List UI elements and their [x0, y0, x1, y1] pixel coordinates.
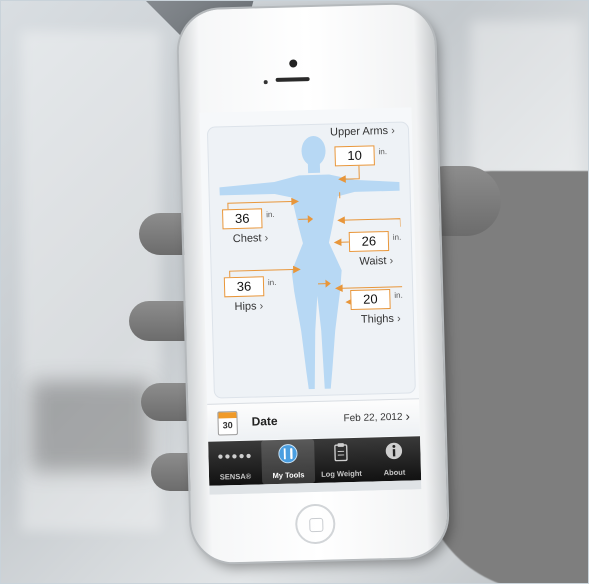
tab-label: My Tools — [272, 470, 305, 481]
sensor-icon — [263, 80, 268, 85]
clipboard-icon — [334, 443, 348, 462]
upper-arms-label-text: Upper Arms — [329, 124, 389, 139]
thighs-label[interactable]: Thighs › — [361, 313, 401, 326]
fork-knife-icon — [278, 444, 298, 464]
chest-label-text: Chest — [232, 232, 262, 246]
hips-label[interactable]: Hips › — [234, 300, 263, 313]
dots-icon: ●●●●● — [217, 450, 253, 463]
waist-unit: in. — [392, 232, 402, 242]
chevron-right-icon: › — [405, 408, 411, 424]
smartphone: Upper Arms › 10 in. 36 in. Chest › 26 in. … — [177, 3, 449, 564]
tab-bar: ●●●●● SENSA® My Tools Log Weight About — [208, 436, 422, 486]
tab-about[interactable]: About — [367, 436, 421, 481]
chest-value-field[interactable]: 36 — [222, 208, 263, 230]
waist-label-text: Waist — [359, 255, 387, 268]
earpiece-speaker — [275, 77, 310, 82]
chest-unit: in. — [266, 209, 275, 220]
tab-label: SENSA® — [219, 471, 252, 482]
date-label: Date — [251, 413, 278, 429]
app-screen: Upper Arms › 10 in. 36 in. Chest › 26 in. … — [199, 107, 422, 495]
chest-label[interactable]: Chest › — [233, 232, 269, 245]
photo-frame: Upper Arms › 10 in. 36 in. Chest › 26 in. … — [0, 0, 589, 584]
body-measurement-card: Upper Arms › 10 in. 36 in. Chest › 26 in. … — [206, 121, 416, 399]
front-camera-icon — [289, 59, 298, 68]
home-button[interactable] — [294, 503, 336, 545]
info-icon — [385, 442, 403, 460]
tab-my-tools[interactable]: My Tools — [261, 439, 316, 485]
waist-value-field[interactable]: 26 — [348, 231, 390, 253]
upper-arms-label[interactable]: Upper Arms › — [330, 125, 395, 139]
calendar-day: 30 — [222, 420, 233, 431]
chevron-right-icon: › — [264, 232, 269, 245]
date-value: Feb 22, 2012 — [343, 411, 403, 425]
thighs-unit: in. — [394, 290, 403, 300]
calendar-icon: 30 — [217, 411, 238, 436]
tab-label: About — [383, 467, 406, 478]
upper-arms-unit: in. — [378, 147, 388, 157]
date-row[interactable]: 30 Date Feb 22, 2012 › — [207, 398, 421, 441]
tab-sensa[interactable]: ●●●●● SENSA® — [208, 440, 262, 485]
chevron-right-icon: › — [396, 312, 401, 325]
upper-arms-value-field[interactable]: 10 — [334, 145, 375, 167]
tab-log-weight[interactable]: Log Weight — [314, 438, 368, 483]
chevron-right-icon: › — [389, 254, 394, 267]
chevron-right-icon: › — [259, 300, 264, 313]
thighs-label-text: Thighs — [360, 312, 395, 326]
chevron-right-icon: › — [390, 124, 395, 137]
hips-unit: in. — [267, 277, 277, 288]
tab-label: Log Weight — [321, 468, 362, 479]
thighs-value-field[interactable]: 20 — [350, 288, 391, 311]
hips-label-text: Hips — [234, 300, 257, 314]
waist-label[interactable]: Waist › — [359, 255, 393, 268]
background-shadow — [31, 381, 151, 471]
hips-value-field[interactable]: 36 — [223, 276, 265, 298]
